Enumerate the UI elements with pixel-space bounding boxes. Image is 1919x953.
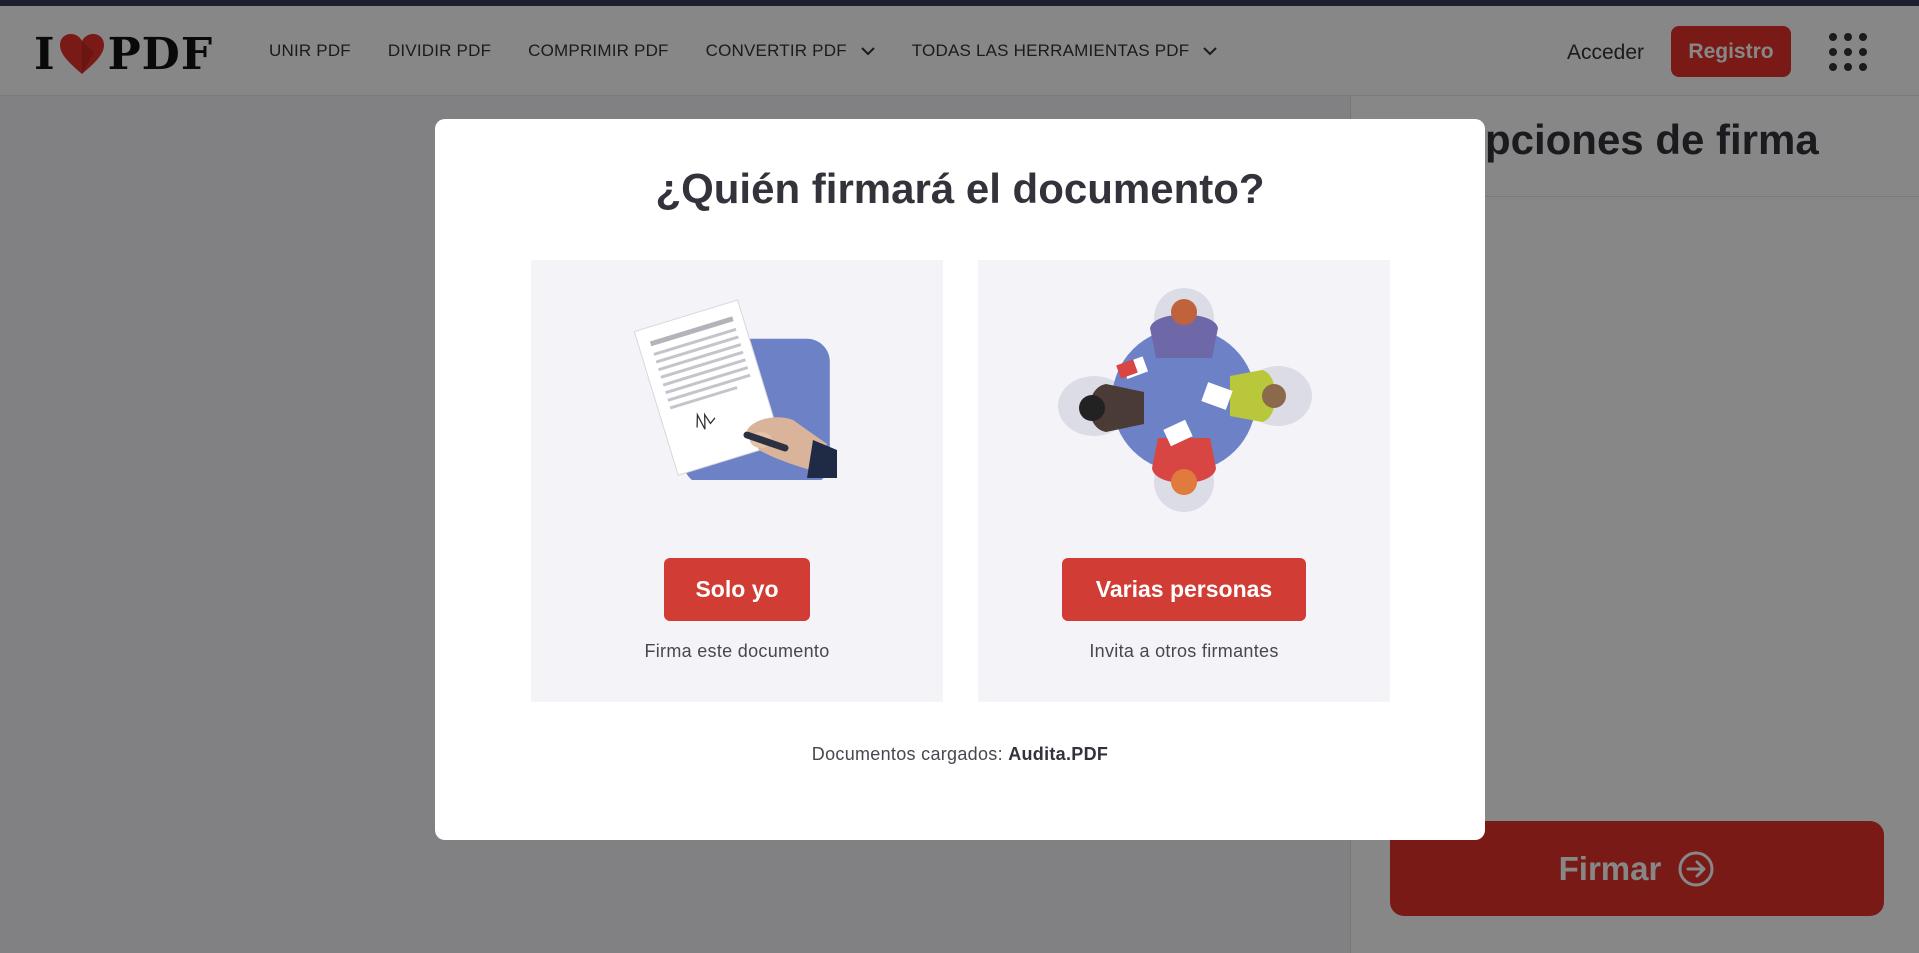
multiple-people-button[interactable]: Varias personas — [1062, 558, 1306, 621]
loaded-document-filename: Audita.PDF — [1008, 744, 1109, 764]
only-me-button[interactable]: Solo yo — [664, 558, 810, 621]
team-meeting-illustration — [978, 288, 1390, 512]
signer-choice-modal: ¿Quién firmará el documento? Solo yo Fir… — [435, 119, 1485, 840]
sign-document-illustration — [531, 290, 943, 480]
loaded-documents-label: Documentos cargados: — [811, 744, 1009, 764]
option-multiple-people[interactable]: Varias personas Invita a otros firmantes — [978, 260, 1390, 702]
loaded-documents: Documentos cargados: Audita.PDF — [435, 744, 1485, 765]
modal-title: ¿Quién firmará el documento? — [655, 165, 1265, 212]
multiple-people-description: Invita a otros firmantes — [1089, 641, 1279, 661]
option-only-me[interactable]: Solo yo Firma este documento — [531, 260, 943, 702]
only-me-description: Firma este documento — [644, 641, 830, 661]
